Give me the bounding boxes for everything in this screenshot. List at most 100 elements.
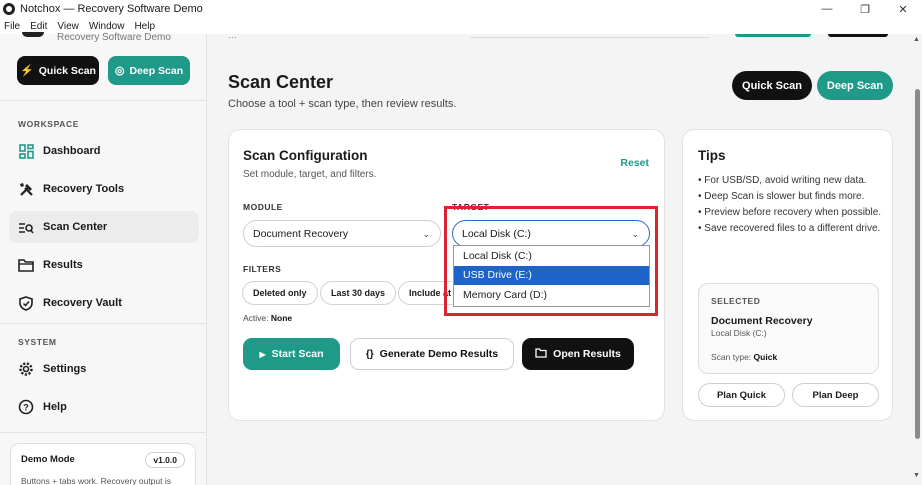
target-label: TARGET	[452, 202, 490, 212]
play-icon: ▶	[259, 349, 266, 359]
top-search-field[interactable]	[470, 34, 710, 38]
target-icon: ◎	[114, 65, 125, 77]
target-select[interactable]: Local Disk (C:) ⌄	[452, 220, 650, 247]
folder-open-icon	[535, 347, 547, 361]
minimize-button[interactable]: —	[808, 0, 846, 18]
sidebar-item-label: Help	[43, 401, 67, 413]
sidebar-item-results[interactable]: Results	[9, 249, 199, 281]
tools-icon	[18, 181, 34, 197]
sidebar-quick-scan-button[interactable]: ⚡ Quick Scan	[17, 56, 99, 85]
selected-target: Local Disk (C:)	[711, 328, 767, 338]
sidebar-item-dashboard[interactable]: Dashboard	[9, 135, 199, 167]
filters-label: FILTERS	[243, 264, 282, 274]
page-title: Scan Center	[228, 72, 334, 92]
selected-label: SELECTED	[711, 296, 761, 306]
target-select-value: Local Disk (C:)	[462, 227, 531, 240]
section-workspace: WORKSPACE	[18, 119, 79, 129]
top-accent-button[interactable]	[735, 34, 811, 37]
selected-scan-type: Scan type: Quick	[711, 352, 866, 362]
plan-deep-button[interactable]: Plan Deep	[792, 383, 879, 407]
window-titlebar: Notchox — Recovery Software Demo — ❐ ✕	[0, 0, 922, 18]
target-dropdown-list: Local Disk (C:) USB Drive (E:) Memory Ca…	[453, 245, 650, 307]
sidebar-divider	[0, 100, 207, 101]
tips-title: Tips	[698, 148, 726, 163]
sidebar-item-settings[interactable]: Settings	[9, 353, 199, 385]
menu-edit[interactable]: Edit	[30, 21, 47, 32]
open-results-button[interactable]: Open Results	[522, 338, 634, 370]
sidebar-item-help[interactable]: ? Help	[9, 391, 199, 423]
target-option-usb-drive-e[interactable]: USB Drive (E:)	[454, 265, 649, 285]
card-subtitle: Set module, target, and filters.	[243, 169, 377, 180]
filter-chip-include[interactable]: Include at	[398, 281, 452, 305]
target-option-local-disk-c[interactable]: Local Disk (C:)	[454, 246, 649, 266]
sidebar-item-label: Settings	[43, 363, 87, 375]
app-logo-icon	[3, 3, 15, 15]
close-button[interactable]: ✕	[884, 0, 922, 18]
header-quick-scan-button[interactable]: Quick Scan	[732, 71, 812, 100]
selected-summary: SELECTED Document Recovery Local Disk (C…	[698, 283, 879, 374]
header-deep-scan-button[interactable]: Deep Scan	[817, 71, 893, 100]
menu-view[interactable]: View	[57, 21, 79, 32]
top-strip-text: …	[228, 30, 237, 40]
sidebar-quick-scan-label: Quick Scan	[38, 64, 96, 77]
lightning-icon: ⚡	[20, 65, 34, 77]
scroll-down-icon[interactable]: ▼	[913, 472, 920, 479]
plan-quick-button[interactable]: Plan Quick	[698, 383, 785, 407]
generate-demo-results-button[interactable]: {} Generate Demo Results	[350, 338, 514, 370]
sidebar-deep-scan-button[interactable]: ◎ Deep Scan	[108, 56, 190, 85]
tips-card: Tips For USB/SD, avoid writing new data.…	[682, 129, 893, 421]
target-option-memory-card-d[interactable]: Memory Card (D:)	[454, 285, 649, 305]
window-controls: — ❐ ✕	[808, 0, 922, 18]
section-system: SYSTEM	[18, 337, 57, 347]
list-item: Preview before recovery when possible.	[698, 205, 883, 221]
sidebar-item-label: Recovery Tools	[43, 183, 125, 195]
active-filters-label: Active:	[243, 313, 269, 323]
brand-subtitle: Recovery Software Demo	[57, 32, 171, 43]
chevron-down-icon: ⌄	[631, 229, 639, 239]
scan-type-value: Quick	[753, 352, 778, 362]
active-filters: Active: None	[243, 313, 292, 323]
scroll-up-icon[interactable]: ▲	[913, 36, 920, 43]
module-select[interactable]: Document Recovery ⌄	[243, 220, 441, 247]
sidebar-item-label: Scan Center	[43, 221, 108, 233]
list-item: For USB/SD, avoid writing new data.	[698, 173, 883, 189]
page-subtitle: Choose a tool + scan type, then review r…	[228, 98, 457, 110]
folder-icon	[18, 257, 34, 273]
top-dark-button[interactable]	[828, 34, 888, 37]
demo-mode-description: Buttons + tabs work. Recovery output is	[21, 476, 172, 485]
sidebar: Recovery Software Demo ⚡ Quick Scan ◎ De…	[0, 32, 207, 485]
dashboard-icon	[18, 143, 34, 159]
reset-button[interactable]: Reset	[620, 157, 649, 169]
svg-text:?: ?	[23, 403, 29, 413]
list-item: Save recovered files to a different driv…	[698, 221, 883, 237]
tips-list: For USB/SD, avoid writing new data. Deep…	[698, 173, 883, 237]
module-label: MODULE	[243, 202, 283, 212]
sidebar-deep-scan-label: Deep Scan	[129, 64, 184, 77]
help-icon: ?	[18, 399, 34, 415]
scrollbar-thumb[interactable]	[915, 89, 920, 439]
gear-icon	[18, 361, 34, 377]
list-item: Deep Scan is slower but finds more.	[698, 189, 883, 205]
window-title: Notchox — Recovery Software Demo	[20, 3, 203, 15]
version-badge: v1.0.0	[145, 452, 185, 468]
sidebar-divider	[0, 323, 207, 324]
shield-icon	[18, 295, 34, 311]
menu-window[interactable]: Window	[89, 21, 125, 32]
start-scan-button[interactable]: ▶ Start Scan	[243, 338, 340, 370]
sidebar-item-recovery-tools[interactable]: Recovery Tools	[9, 173, 199, 205]
maximize-button[interactable]: ❐	[846, 0, 884, 18]
menu-file[interactable]: File	[4, 21, 20, 32]
menu-help[interactable]: Help	[134, 21, 155, 32]
active-filters-value: None	[270, 313, 293, 323]
brand-logo	[22, 32, 44, 37]
sidebar-item-scan-center[interactable]: Scan Center	[9, 211, 199, 243]
sidebar-divider	[0, 432, 207, 433]
filter-chip-deleted-only[interactable]: Deleted only	[242, 281, 318, 305]
filter-chip-last-30-days[interactable]: Last 30 days	[320, 281, 397, 305]
sidebar-item-label: Results	[43, 259, 83, 271]
sidebar-item-recovery-vault[interactable]: Recovery Vault	[9, 287, 199, 319]
demo-mode-card: Demo Mode v1.0.0 Buttons + tabs work. Re…	[10, 443, 196, 485]
sidebar-item-label: Recovery Vault	[43, 297, 122, 309]
code-braces-icon: {}	[365, 348, 374, 360]
chevron-down-icon: ⌄	[422, 229, 430, 239]
